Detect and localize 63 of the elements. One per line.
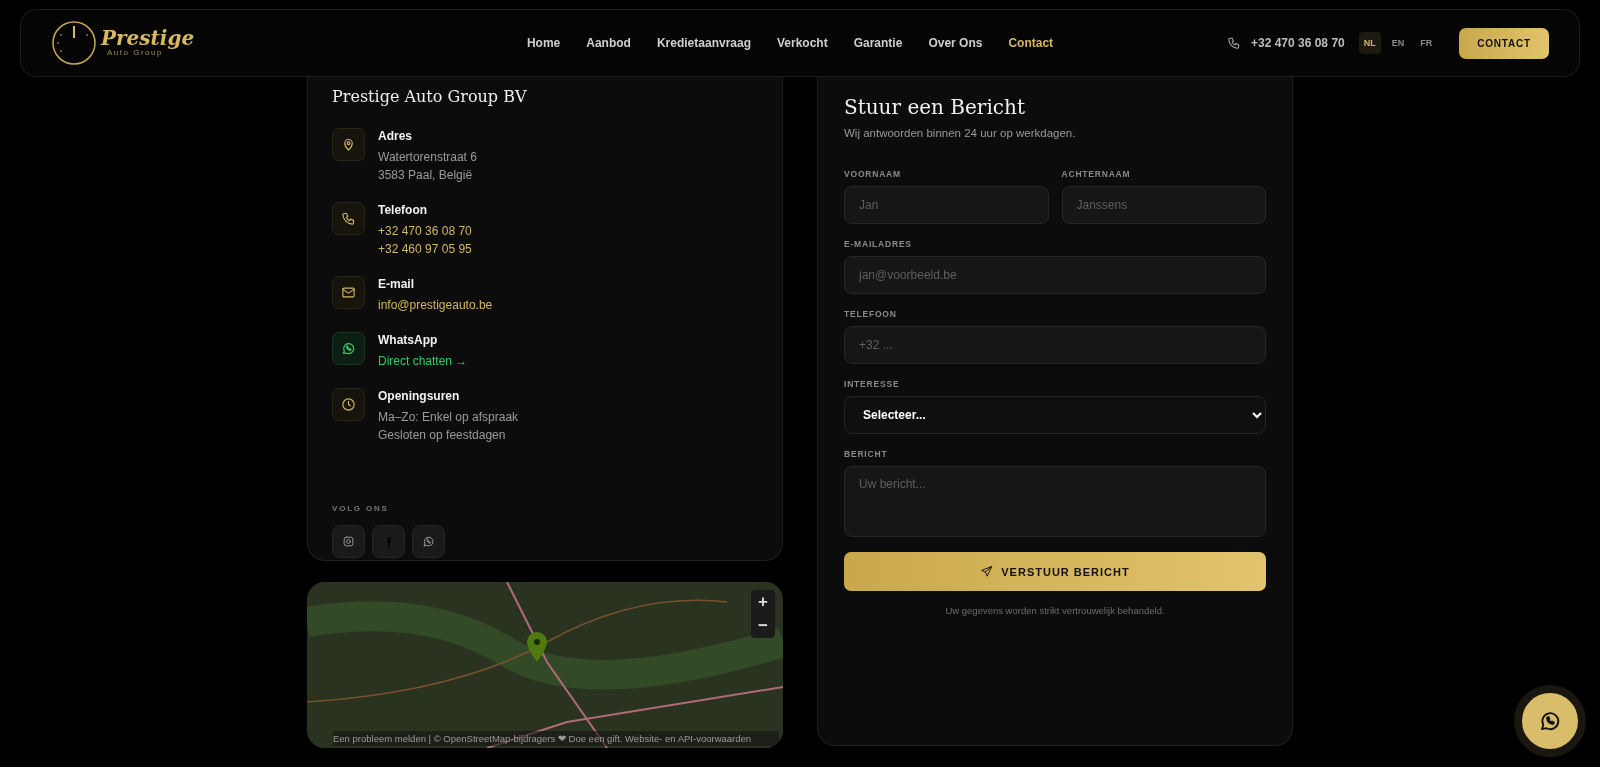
envelope-icon bbox=[341, 285, 356, 300]
whatsapp-icon bbox=[1538, 709, 1562, 733]
info-text: Ma–Zo: Enkel op afspraak bbox=[378, 409, 519, 426]
zoom-out-button[interactable]: − bbox=[751, 614, 775, 638]
nav-link[interactable]: Kredietaanvraag bbox=[656, 36, 751, 50]
company-name: Prestige Auto Group BV bbox=[332, 87, 528, 106]
clock-icon bbox=[341, 397, 356, 412]
nav-link[interactable]: Over Ons bbox=[928, 36, 983, 50]
info-label: Adres bbox=[378, 129, 413, 143]
whatsapp-icon bbox=[341, 341, 356, 356]
location-pin-icon bbox=[341, 137, 356, 152]
contact-button[interactable]: CONTACT bbox=[1459, 27, 1549, 59]
map-attribution: Een probleem melden | © OpenStreetMap-bijdragers ❤ Doe een gift. Website- en API-voorwaarden bbox=[333, 731, 779, 746]
nav-link[interactable]: Contact bbox=[1008, 36, 1054, 50]
info-label: WhatsApp bbox=[378, 333, 439, 347]
contact-link[interactable]: Direct chatten → bbox=[378, 352, 468, 370]
map-drawing[interactable] bbox=[307, 582, 783, 748]
language-option[interactable]: NL bbox=[1358, 32, 1381, 54]
language-option[interactable]: EN bbox=[1386, 32, 1410, 54]
social-heading: VOLG ONS bbox=[332, 504, 390, 513]
message-field[interactable]: Uw bericht... bbox=[844, 466, 1266, 537]
field-label: VOORNAAM bbox=[844, 169, 902, 179]
info-text: 3583 Paal, België bbox=[378, 167, 474, 184]
nav-link[interactable]: Garantie bbox=[853, 36, 903, 50]
social-button[interactable] bbox=[412, 525, 445, 558]
map-pin-icon[interactable] bbox=[527, 632, 547, 662]
form-subtitle: Wij antwoorden binnen 24 uur op werkdagen. bbox=[844, 127, 1077, 139]
info-text: Gesloten op feestdagen bbox=[378, 427, 507, 444]
paper-plane-icon bbox=[980, 565, 994, 578]
contact-link[interactable]: +32 470 36 08 70 bbox=[378, 222, 472, 240]
clock-emblem-icon bbox=[51, 20, 97, 66]
field-label: TELEFOON bbox=[844, 309, 898, 319]
input-field[interactable]: Janssens bbox=[1061, 186, 1266, 224]
input-field[interactable]: Jan bbox=[844, 186, 1049, 224]
form-title: Stuur een Bericht bbox=[844, 95, 1026, 119]
social-button[interactable] bbox=[332, 525, 365, 558]
info-text: Watertorenstraat 6 bbox=[378, 149, 477, 166]
instagram-icon bbox=[342, 535, 355, 548]
logo-wordmark[interactable]: Prestige bbox=[101, 28, 195, 49]
contact-link[interactable]: info@prestigeauto.be bbox=[378, 296, 493, 314]
logo-tagline: Auto Group bbox=[107, 48, 163, 58]
phone-icon bbox=[1226, 36, 1241, 50]
input-field[interactable]: jan@voorbeeld.be bbox=[844, 256, 1266, 294]
submit-button[interactable]: VERSTUUR BERICHT bbox=[844, 552, 1266, 591]
info-label: Telefoon bbox=[378, 203, 429, 217]
contact-link[interactable]: +32 460 97 05 95 bbox=[378, 240, 472, 258]
nav-link[interactable]: Home bbox=[526, 36, 561, 50]
field-label: INTERESSE bbox=[844, 379, 901, 389]
field-label: ACHTERNAAM bbox=[1061, 169, 1132, 179]
info-label: E-mail bbox=[378, 277, 415, 291]
privacy-note: Uw gegevens worden strikt vertrouwelijk behandeld. bbox=[944, 605, 1166, 616]
language-option[interactable]: FR bbox=[1415, 32, 1438, 54]
info-label: Openingsuren bbox=[378, 389, 461, 403]
zoom-in-button[interactable]: + bbox=[751, 590, 775, 614]
field-label: E-MAILADRES bbox=[844, 239, 913, 249]
nav-link[interactable]: Verkocht bbox=[777, 36, 828, 50]
nav-link[interactable]: Aanbod bbox=[586, 36, 631, 50]
input-field[interactable]: +32 ... bbox=[844, 326, 1266, 364]
whatsapp-icon bbox=[422, 535, 435, 548]
field-label: BERICHT bbox=[844, 449, 889, 459]
interest-dropdown[interactable]: Selecteer... bbox=[844, 396, 1266, 434]
phone-icon bbox=[341, 211, 356, 226]
header-phone[interactable]: +32 470 36 08 70 bbox=[1250, 36, 1345, 50]
